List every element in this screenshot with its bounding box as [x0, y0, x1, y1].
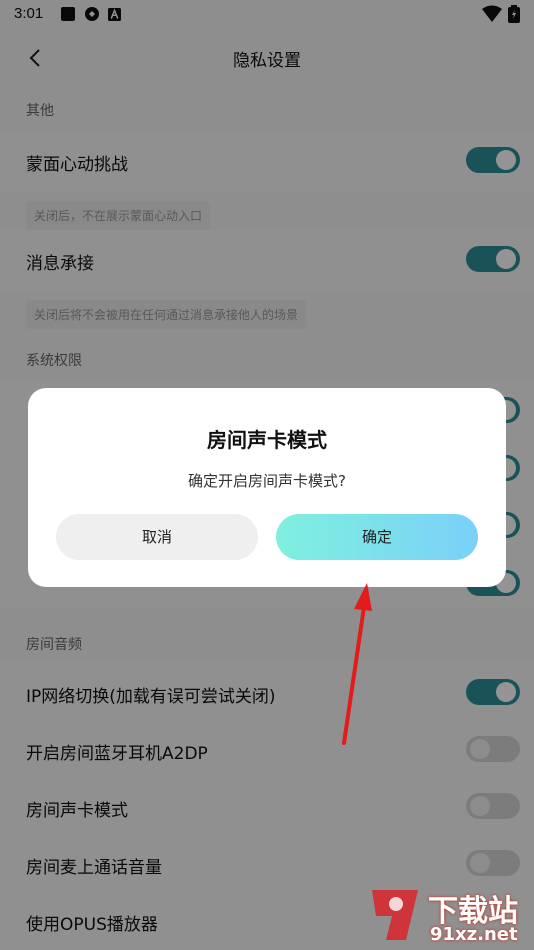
- confirm-button[interactable]: 确定: [276, 514, 478, 560]
- cancel-button[interactable]: 取消: [56, 514, 258, 560]
- watermark-domain: 91xz.net: [430, 924, 518, 945]
- dialog-title: 房间声卡模式: [207, 428, 327, 452]
- red-arrow-annotation: [342, 583, 372, 745]
- watermark: 下载站 91xz.net: [360, 880, 530, 948]
- confirm-dialog: 房间声卡模式 确定开启房间声卡模式? 取消 确定: [28, 388, 506, 587]
- dialog-message: 确定开启房间声卡模式?: [188, 472, 346, 490]
- watermark-logo-icon: [372, 890, 418, 940]
